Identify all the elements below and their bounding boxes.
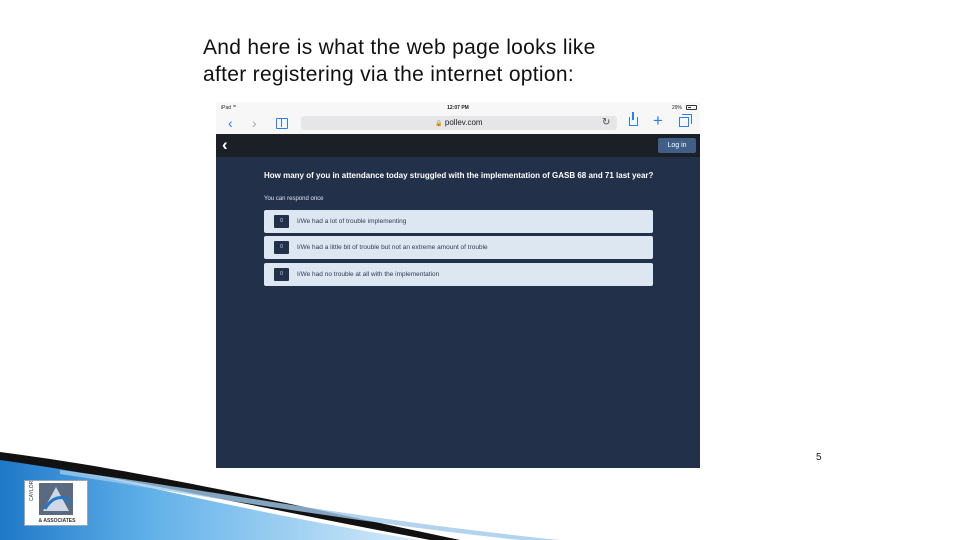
option-label: I/We had no trouble at all with the impl… <box>297 271 440 278</box>
share-icon[interactable] <box>629 112 638 126</box>
vote-count: 0 <box>274 215 289 228</box>
browser-toolbar: ‹ › 🔒 pollev.com ↻ + <box>216 112 700 135</box>
lock-icon: 🔒 <box>435 121 443 127</box>
login-button[interactable]: Log in <box>658 138 696 153</box>
reload-icon[interactable]: ↻ <box>602 117 610 129</box>
bookmarks-icon[interactable] <box>276 118 288 129</box>
option-label: I/We had a little bit of trouble but not… <box>297 244 488 251</box>
status-time: 12:07 PM <box>447 105 469 111</box>
decorative-swoosh <box>0 452 560 540</box>
company-logo: CAYLOR & ASSOCIATES <box>24 480 88 526</box>
url-text: pollev.com <box>444 118 483 127</box>
poll-question: How many of you in attendance today stru… <box>264 171 654 180</box>
tabs-icon[interactable] <box>679 114 692 127</box>
forward-icon[interactable]: › <box>252 116 257 130</box>
poll-option-1[interactable]: 0 I/We had a lot of trouble implementing <box>264 210 653 233</box>
battery-icon <box>686 105 697 110</box>
svg-text:CAYLOR: CAYLOR <box>29 481 35 501</box>
app-back-icon[interactable]: ‹ <box>222 135 228 155</box>
vote-count: 0 <box>274 268 289 281</box>
battery-percent: 29% <box>671 105 682 111</box>
status-bar: iPad ≈ 12:07 PM 29% <box>216 102 700 113</box>
logo-mark-icon: CAYLOR <box>29 480 73 515</box>
slide-title-line-2: after registering via the internet optio… <box>203 63 574 86</box>
slide-title: And here is what the web page looks like… <box>203 34 763 88</box>
vote-count: 0 <box>274 241 289 254</box>
poll-option-2[interactable]: 0 I/We had a little bit of trouble but n… <box>264 236 653 259</box>
address-bar[interactable]: 🔒 pollev.com <box>301 116 617 130</box>
slide-title-line-1: And here is what the web page looks like <box>203 36 596 59</box>
option-label: I/We had a lot of trouble implementing <box>297 218 407 225</box>
logo-text: & ASSOCIATES <box>38 518 76 524</box>
response-note: You can respond once <box>264 196 324 202</box>
plus-icon[interactable]: + <box>653 112 663 129</box>
ipad-screenshot: iPad ≈ 12:07 PM 29% ‹ › 🔒 pollev.com ↻ + … <box>216 102 700 468</box>
back-icon[interactable]: ‹ <box>228 116 233 130</box>
app-header: ‹ Log in <box>216 134 700 157</box>
poll-option-3[interactable]: 0 I/We had no trouble at all with the im… <box>264 263 653 286</box>
